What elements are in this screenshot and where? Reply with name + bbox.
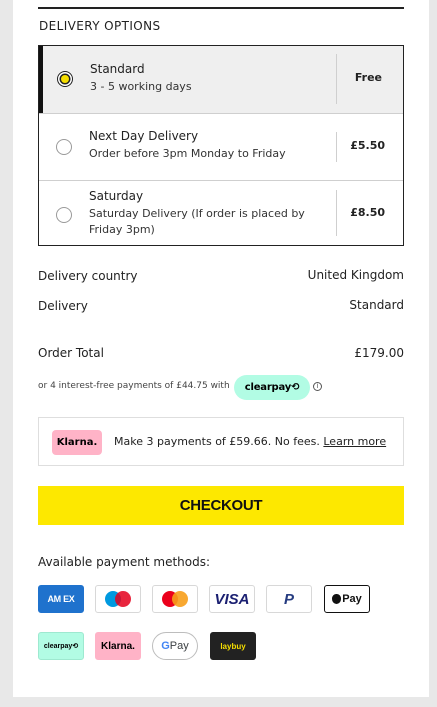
klarna-icon: Klarna. [95,632,141,660]
apple-pay-label: Pay [342,593,362,605]
amex-icon: AM EX [38,585,84,613]
option-price: £8.50 [350,206,385,219]
paypal-icon: P [266,585,312,613]
payment-methods-title: Available payment methods: [38,555,211,569]
option-name: Standard [90,62,145,76]
option-description: Order before 3pm Monday to Friday [89,147,286,160]
option-name: Saturday [89,189,144,203]
order-total-value: £179.00 [354,346,404,360]
delivery-value: Standard [349,298,404,312]
clearpay-instalments-text: or 4 interest-free payments of £44.75 wi… [38,381,230,391]
maestro-icon [95,585,141,613]
order-total-label: Order Total [38,346,104,360]
klarna-message-text: Make 3 payments of £59.66. No fees. [114,435,320,448]
option-divider [336,190,337,236]
google-g-icon: G [161,640,170,652]
laybuy-icon: laybuy [210,632,256,660]
option-divider [336,54,337,104]
delivery-country-value: United Kingdom [307,268,404,282]
delivery-label: Delivery [38,299,88,313]
checkout-button[interactable]: CHECKOUT [38,486,404,525]
delivery-options-group: Standard 3 - 5 working days Free Next Da… [38,45,404,246]
option-price: £5.50 [350,139,385,152]
option-price: Free [354,71,382,84]
option-description: 3 - 5 working days [90,80,192,93]
clearpay-badge[interactable]: clearpay⟲ [234,375,310,400]
radio-unselected-icon[interactable] [56,207,72,223]
delivery-options-title: DELIVERY OPTIONS [39,19,161,33]
option-description: Saturday Delivery (If order is placed by… [89,207,305,236]
apple-logo-icon [332,594,342,604]
option-divider [336,132,337,162]
mastercard-icon [152,585,198,613]
info-icon[interactable]: i [313,382,322,391]
top-divider [38,7,404,9]
delivery-option-standard[interactable]: Standard 3 - 5 working days Free [39,46,403,113]
klarna-message: Make 3 payments of £59.66. No fees. Lear… [114,435,386,448]
apple-pay-icon: Pay [324,585,370,613]
klarna-promo: Klarna. Make 3 payments of £59.66. No fe… [38,417,404,466]
klarna-learn-more-link[interactable]: Learn more [323,435,386,448]
delivery-option-next-day[interactable]: Next Day Delivery Order before 3pm Monda… [39,113,403,180]
delivery-country-label: Delivery country [38,269,138,283]
clearpay-icon: clearpay⟲ [38,632,84,660]
radio-unselected-icon[interactable] [56,139,72,155]
google-pay-icon: G Pay [152,632,198,660]
delivery-option-saturday[interactable]: Saturday Saturday Delivery (If order is … [39,180,403,245]
google-pay-label: Pay [169,640,189,652]
radio-selected-icon[interactable] [57,71,73,87]
visa-icon: VISA [209,585,255,613]
klarna-logo: Klarna. [52,430,102,455]
option-name: Next Day Delivery [89,129,199,143]
